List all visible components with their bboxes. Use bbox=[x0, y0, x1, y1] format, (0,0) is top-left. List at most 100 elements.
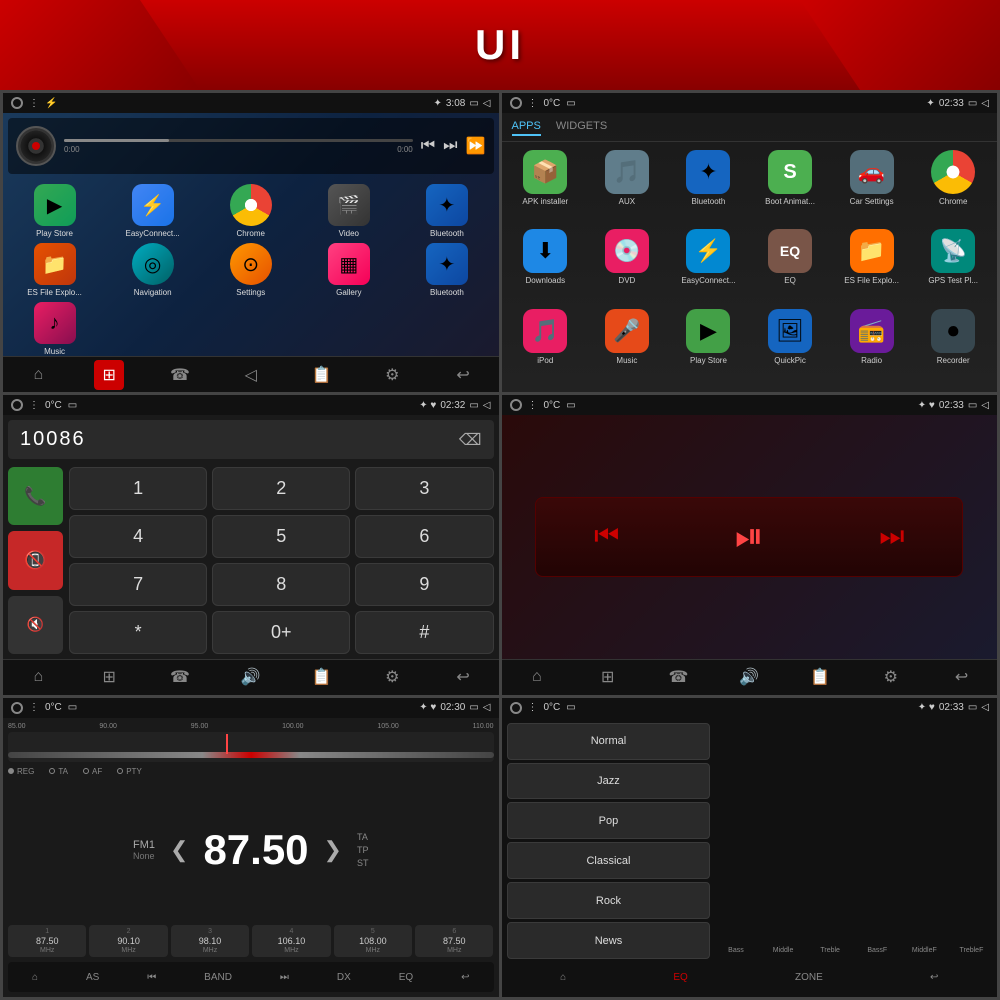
nav-gear-1[interactable]: ⚙ bbox=[377, 360, 407, 390]
nav-home-1[interactable]: ⌂ bbox=[23, 360, 53, 390]
drawer-dvd[interactable]: 💿 DVD bbox=[588, 229, 666, 304]
tab-widgets[interactable]: WIDGETS bbox=[556, 118, 607, 136]
music-controls-mini[interactable]: ⏮ ⏭ ⏩ bbox=[421, 136, 486, 156]
nav-gear-3[interactable]: ⚙ bbox=[377, 662, 407, 692]
media-next[interactable]: ⏭ bbox=[879, 520, 904, 553]
drawer-esfile[interactable]: 📁 ES File Explo... bbox=[833, 229, 911, 304]
key-3[interactable]: 3 bbox=[355, 467, 493, 510]
preset-4[interactable]: 4 106.10 MHz bbox=[252, 925, 330, 957]
drawer-gpstest[interactable]: 📡 GPS Test Pl... bbox=[914, 229, 992, 304]
drawer-music[interactable]: 🎤 Music bbox=[588, 309, 666, 384]
freq-next-btn[interactable]: ❯ bbox=[324, 837, 342, 863]
nav-home-3[interactable]: ⌂ bbox=[23, 662, 53, 692]
eq-preset-classical[interactable]: Classical bbox=[507, 842, 711, 879]
drawer-radio[interactable]: 📻 Radio bbox=[833, 309, 911, 384]
nav-home-4[interactable]: ⌂ bbox=[522, 662, 552, 692]
preset-6[interactable]: 6 87.50 MHz bbox=[415, 925, 493, 957]
key-5[interactable]: 5 bbox=[212, 515, 350, 558]
drawer-quickpic[interactable]: 🖼 QuickPic bbox=[751, 309, 829, 384]
nav-back-3[interactable]: ↩ bbox=[448, 662, 478, 692]
media-playpause[interactable]: ⏯ bbox=[735, 515, 764, 558]
mute-button[interactable]: 🔇 bbox=[8, 596, 63, 654]
eq-nav-eq[interactable]: EQ bbox=[673, 972, 687, 983]
eq-preset-normal[interactable]: Normal bbox=[507, 723, 711, 760]
radio-nav-dx[interactable]: DX bbox=[337, 972, 351, 983]
drawer-eq[interactable]: EQ EQ bbox=[751, 229, 829, 304]
drawer-easyconnect[interactable]: ⚡ EasyConnect... bbox=[670, 229, 748, 304]
radio-nav-prev[interactable]: ⏮ bbox=[147, 972, 156, 983]
eq-nav-zone[interactable]: ZONE bbox=[795, 972, 823, 983]
nav-clip-1[interactable]: 📋 bbox=[307, 360, 337, 390]
key-1[interactable]: 1 bbox=[69, 467, 207, 510]
dialer-backspace[interactable]: ⌫ bbox=[459, 430, 482, 450]
app-chrome[interactable]: Chrome bbox=[204, 184, 297, 238]
app-settings[interactable]: ⊙ Settings bbox=[204, 243, 297, 297]
drawer-bluetooth[interactable]: ✦ Bluetooth bbox=[670, 150, 748, 225]
nav-back-1[interactable]: ↩ bbox=[448, 360, 478, 390]
nav-vol-4[interactable]: 🔊 bbox=[734, 662, 764, 692]
app-video[interactable]: 🎬 Video bbox=[302, 184, 395, 238]
radio-nav-band[interactable]: BAND bbox=[204, 972, 232, 983]
eq-nav-home[interactable]: ⌂ bbox=[560, 972, 566, 983]
key-7[interactable]: 7 bbox=[69, 563, 207, 606]
nav-grid-3[interactable]: ⊞ bbox=[94, 662, 124, 692]
radio-nav-back[interactable]: ↩ bbox=[461, 972, 469, 983]
drawer-bootanim[interactable]: S Boot Animat... bbox=[751, 150, 829, 225]
eq-preset-pop[interactable]: Pop bbox=[507, 802, 711, 839]
nav-phone-4[interactable]: ☎ bbox=[663, 662, 693, 692]
app-bluetooth2[interactable]: ✦ Bluetooth bbox=[400, 243, 493, 297]
app-playstore[interactable]: ▶ Play Store bbox=[8, 184, 101, 238]
drawer-ipod[interactable]: 🎵 iPod bbox=[507, 309, 585, 384]
nav-grid-1[interactable]: ⊞ bbox=[94, 360, 124, 390]
nav-vol-1[interactable]: ◁ bbox=[236, 360, 266, 390]
freq-prev-btn[interactable]: ❮ bbox=[170, 837, 188, 863]
drawer-apkinstaller[interactable]: 📦 APK installer bbox=[507, 150, 585, 225]
app-music[interactable]: ♪ Music bbox=[8, 302, 101, 356]
eq-nav-back[interactable]: ↩ bbox=[930, 972, 938, 983]
drawer-chrome[interactable]: Chrome bbox=[914, 150, 992, 225]
nav-gear-4[interactable]: ⚙ bbox=[876, 662, 906, 692]
nav-grid-4[interactable]: ⊞ bbox=[593, 662, 623, 692]
preset-1[interactable]: 1 87.50 MHz bbox=[8, 925, 86, 957]
tab-apps[interactable]: APPS bbox=[512, 118, 541, 136]
eq-preset-news[interactable]: News bbox=[507, 922, 711, 959]
next-btn[interactable]: ⏩ bbox=[466, 136, 486, 156]
nav-clip-4[interactable]: 📋 bbox=[805, 662, 835, 692]
radio-nav-next[interactable]: ⏭ bbox=[280, 972, 289, 983]
media-prev[interactable]: ⏮ bbox=[594, 520, 619, 553]
nav-phone-1[interactable]: ☎ bbox=[165, 360, 195, 390]
drawer-carsettings[interactable]: 🚗 Car Settings bbox=[833, 150, 911, 225]
app-gallery[interactable]: ▦ Gallery bbox=[302, 243, 395, 297]
drawer-recorder[interactable]: ⏺ Recorder bbox=[914, 309, 992, 384]
prev-btn[interactable]: ⏮ bbox=[421, 137, 435, 155]
drawer-aux[interactable]: 🎵 AUX bbox=[588, 150, 666, 225]
call-button[interactable]: 📞 bbox=[8, 467, 63, 525]
app-esfile[interactable]: 📁 ES File Explo... bbox=[8, 243, 101, 297]
preset-3[interactable]: 3 98.10 MHz bbox=[171, 925, 249, 957]
key-star[interactable]: * bbox=[69, 611, 207, 654]
radio-nav-as[interactable]: AS bbox=[86, 972, 99, 983]
app-nav[interactable]: ◎ Navigation bbox=[106, 243, 199, 297]
nav-phone-3[interactable]: ☎ bbox=[165, 662, 195, 692]
preset-2[interactable]: 2 90.10 MHz bbox=[89, 925, 167, 957]
eq-preset-jazz[interactable]: Jazz bbox=[507, 763, 711, 800]
key-4[interactable]: 4 bbox=[69, 515, 207, 558]
radio-nav-home[interactable]: ⌂ bbox=[32, 972, 38, 983]
key-8[interactable]: 8 bbox=[212, 563, 350, 606]
play-btn[interactable]: ⏭ bbox=[443, 137, 457, 155]
drawer-playstore[interactable]: ▶ Play Store bbox=[670, 309, 748, 384]
nav-clip-3[interactable]: 📋 bbox=[307, 662, 337, 692]
key-6[interactable]: 6 bbox=[355, 515, 493, 558]
eq-preset-rock[interactable]: Rock bbox=[507, 882, 711, 919]
drawer-downloads[interactable]: ⬇ Downloads bbox=[507, 229, 585, 304]
app-bluetooth[interactable]: ✦ Bluetooth bbox=[400, 184, 493, 238]
radio-nav-eq[interactable]: EQ bbox=[399, 972, 413, 983]
key-2[interactable]: 2 bbox=[212, 467, 350, 510]
key-hash[interactable]: # bbox=[355, 611, 493, 654]
app-easyconnect[interactable]: ⚡ EasyConnect... bbox=[106, 184, 199, 238]
key-9[interactable]: 9 bbox=[355, 563, 493, 606]
nav-vol-3[interactable]: 🔊 bbox=[236, 662, 266, 692]
key-0[interactable]: 0+ bbox=[212, 611, 350, 654]
nav-back-4[interactable]: ↩ bbox=[947, 662, 977, 692]
preset-5[interactable]: 5 108.00 MHz bbox=[334, 925, 412, 957]
